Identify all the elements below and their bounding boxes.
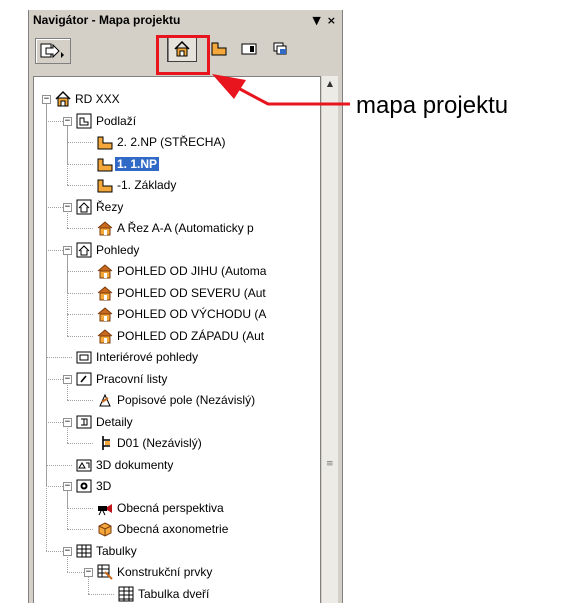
callout-label: mapa projektu [356, 92, 509, 119]
callout-arrow [212, 74, 350, 106]
